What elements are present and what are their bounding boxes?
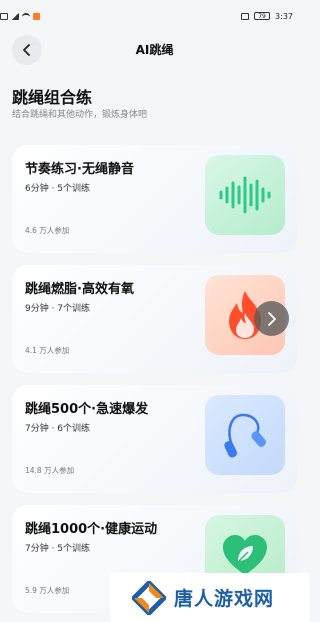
participant-count: 5.9 万人参加 bbox=[25, 586, 70, 595]
next-arrow-button[interactable] bbox=[254, 301, 289, 336]
battery-level: 79 bbox=[258, 12, 266, 20]
participant-count: 14.8 万人参加 bbox=[25, 466, 75, 475]
card-title: 跳绳500个·急速爆发 bbox=[25, 402, 149, 417]
heart-leaf-icon bbox=[223, 535, 267, 575]
course-card-rhythm[interactable]: 节奏练习·无绳静音 6分钟 · 5个训练 4.6 万人参加 bbox=[12, 145, 297, 253]
card-title: 跳绳燃脂·高效有氧 bbox=[25, 282, 134, 297]
card-meta: 6分钟 · 5个训练 bbox=[25, 184, 91, 194]
status-icons-left bbox=[0, 12, 40, 20]
back-button[interactable] bbox=[12, 35, 42, 65]
card-title: 节奏练习·无绳静音 bbox=[25, 162, 134, 177]
watermark: 唐人游戏网 bbox=[110, 573, 309, 622]
card-title: 跳绳1000个·健康运动 bbox=[25, 522, 158, 537]
watermark-text: 唐人游戏网 bbox=[174, 588, 275, 610]
participant-count: 4.1 万人参加 bbox=[25, 346, 70, 355]
card-thumbnail bbox=[205, 155, 285, 235]
watermark-logo bbox=[132, 580, 166, 615]
top-bar: AI跳绳 bbox=[0, 32, 309, 66]
status-time: 3:37 bbox=[275, 11, 293, 21]
chevron-right-icon bbox=[267, 311, 276, 326]
card-thumbnail bbox=[205, 395, 285, 475]
section-title: 跳绳组合练 bbox=[12, 88, 93, 107]
wifi-icon bbox=[22, 13, 30, 19]
app-notification-icon bbox=[33, 12, 40, 20]
jump-rope-icon bbox=[224, 413, 266, 458]
page-title: AI跳绳 bbox=[135, 42, 174, 57]
sound-wave-icon bbox=[219, 176, 271, 214]
signal-icon bbox=[11, 12, 19, 20]
card-meta: 7分钟 · 6个训练 bbox=[25, 424, 91, 434]
hd-icon bbox=[0, 12, 8, 20]
chevron-left-icon bbox=[23, 44, 30, 56]
battery-icon: 79 bbox=[254, 12, 271, 20]
card-meta: 9分钟 · 7个训练 bbox=[25, 304, 91, 314]
participant-count: 4.6 万人参加 bbox=[25, 226, 70, 235]
course-card-500[interactable]: 跳绳500个·急速爆发 7分钟 · 6个训练 14.8 万人参加 bbox=[12, 385, 297, 493]
card-meta: 7分钟 · 5个训练 bbox=[25, 544, 91, 554]
status-bar: 79 3:37 bbox=[0, 0, 309, 32]
vibrate-icon bbox=[241, 12, 250, 20]
section-subtitle: 结合跳绳和其他动作，锻炼身体吧 bbox=[12, 110, 148, 120]
